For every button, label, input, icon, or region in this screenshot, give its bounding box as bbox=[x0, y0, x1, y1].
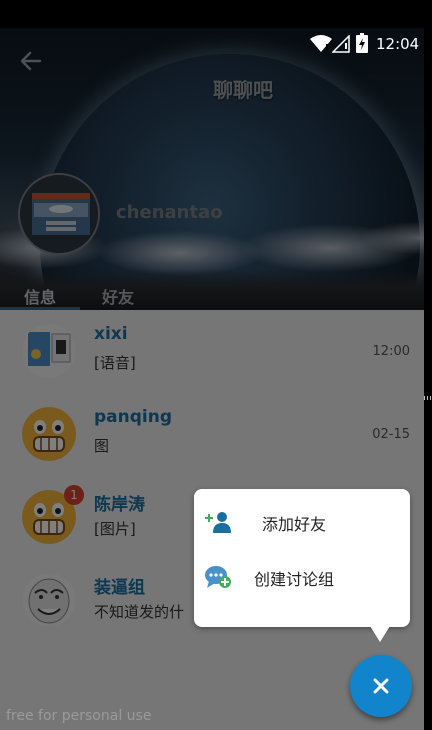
popup-pointer bbox=[370, 626, 390, 642]
right-edge-bar bbox=[424, 0, 432, 730]
close-icon bbox=[373, 678, 389, 694]
create-group-icon bbox=[205, 566, 231, 588]
menu-item-add-friend[interactable]: 添加好友 bbox=[194, 497, 410, 547]
status-bar: 12:04 bbox=[0, 28, 432, 60]
chat-app-screen: 聊聊吧 chenantao 信息 好友 bbox=[0, 0, 432, 730]
wifi-icon bbox=[310, 35, 332, 52]
menu-item-label: 添加好友 bbox=[262, 515, 327, 534]
watermark-text: free for personal use bbox=[6, 708, 152, 724]
add-menu-popup: 添加好友 创建讨论组 bbox=[194, 489, 410, 627]
top-black-strip bbox=[0, 0, 432, 28]
right-edge-marker bbox=[424, 396, 432, 400]
status-time: 12:04 bbox=[376, 35, 420, 53]
menu-item-create-group[interactable]: 创建讨论组 bbox=[194, 552, 410, 602]
close-fab-button[interactable] bbox=[350, 655, 412, 717]
add-friend-icon bbox=[205, 512, 231, 533]
cellular-signal-icon bbox=[332, 35, 350, 53]
menu-item-label: 创建讨论组 bbox=[254, 570, 335, 589]
battery-charging-icon bbox=[356, 33, 368, 53]
